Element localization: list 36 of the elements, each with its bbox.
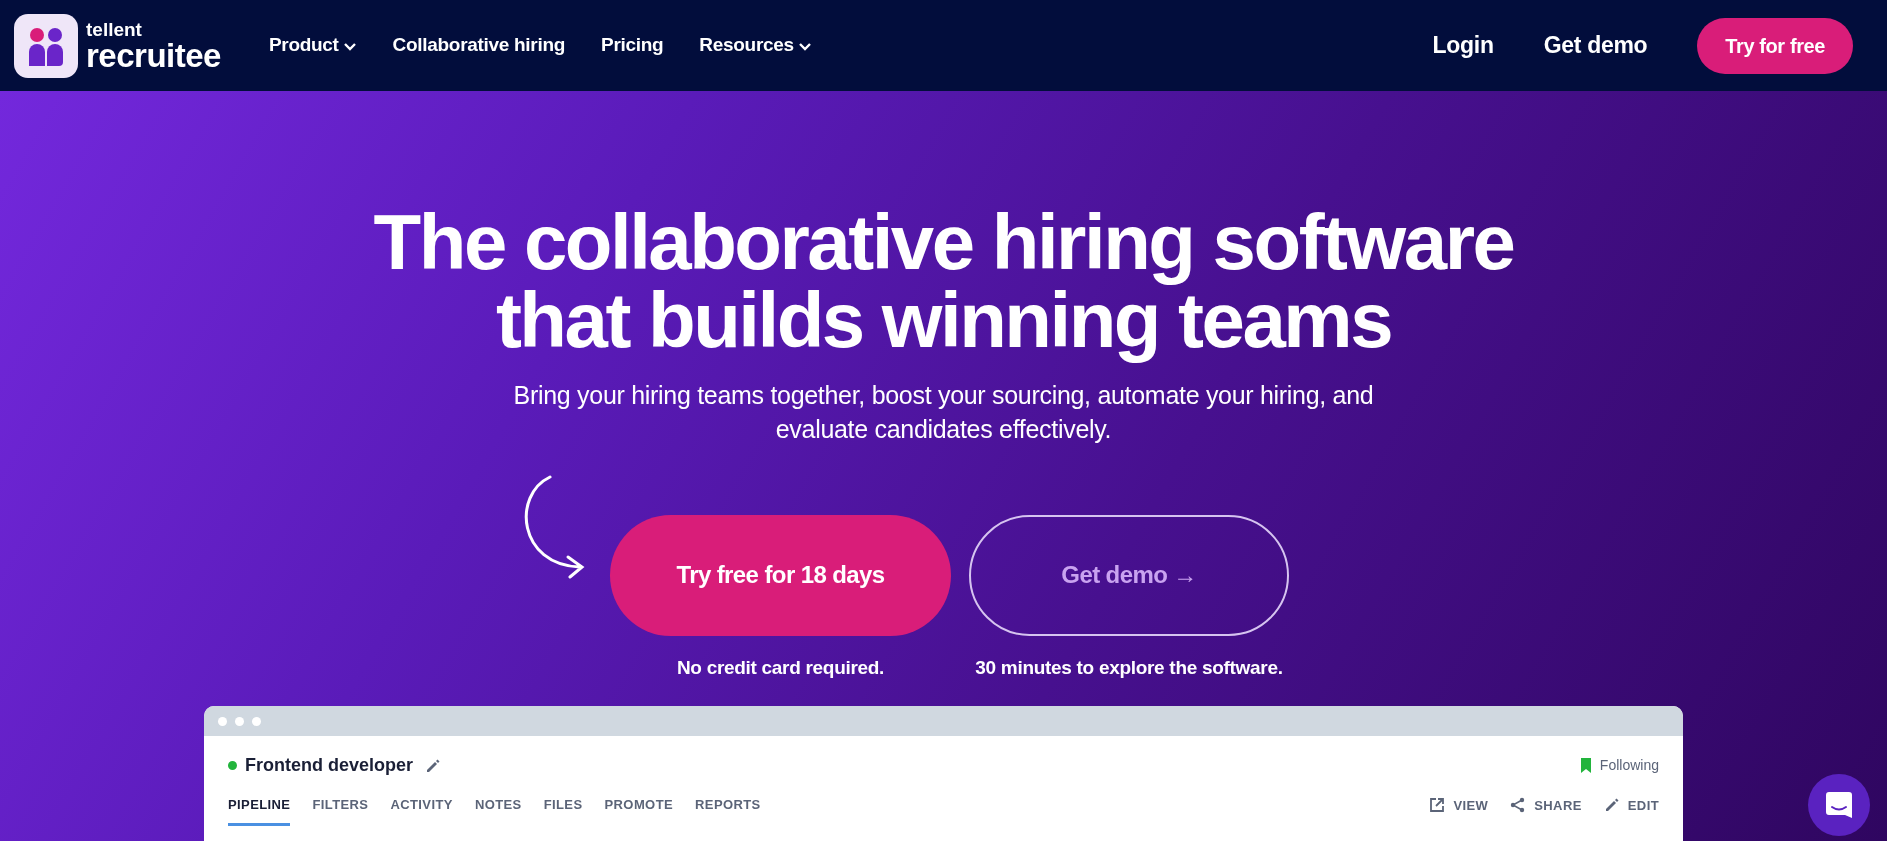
nav-link[interactable]: Collaborative hiring [392,31,566,60]
demo-link[interactable]: Get demo [1543,28,1648,63]
share-button[interactable]: SHARE [1510,795,1582,815]
logo-text: recruitee [86,38,221,72]
job-title: Frontend developer [245,754,414,777]
pencil-icon [1603,797,1620,814]
tab[interactable]: PROMOTE [604,795,674,826]
bookmark-icon [1579,758,1592,773]
tab[interactable]: ACTIVITY [390,795,453,826]
following-label: Following [1599,756,1659,775]
tab[interactable]: PIPELINE [228,795,291,826]
nav-link[interactable]: Product [268,31,357,60]
login-link[interactable]: Login [1432,28,1494,63]
logo-text: tellent [86,19,143,39]
view-button[interactable]: VIEW [1429,795,1489,815]
window-dot [218,716,227,726]
subtitle: Bring your hiring teams together, boost your sourcing, automate your hiring, and evaluate candidates effectively. [513,380,1374,445]
pencil-icon [425,757,442,774]
window-dot [252,716,261,726]
try-free-button[interactable]: Try free for 18 days [610,514,951,636]
tab[interactable]: NOTES [474,795,522,826]
edit-button[interactable]: EDIT [1603,795,1659,815]
get-demo-button[interactable]: Get demo → [969,514,1289,636]
button-caption: 30 minutes to explore the software. [975,655,1283,680]
external-link-icon [1429,797,1446,814]
tab[interactable]: FILTERS [312,795,369,826]
nav-link[interactable]: Resources [699,31,812,60]
button-caption: No credit card required. [676,655,885,680]
window-dot [235,716,244,726]
tab[interactable]: REPORTS [695,795,761,826]
tab[interactable]: FILES [543,795,583,826]
try-free-button[interactable]: Try for free [1697,17,1853,74]
nav-link[interactable]: Pricing [601,31,664,60]
logo-icon [14,13,78,78]
share-icon [1510,797,1527,814]
chat-icon [1826,792,1852,818]
